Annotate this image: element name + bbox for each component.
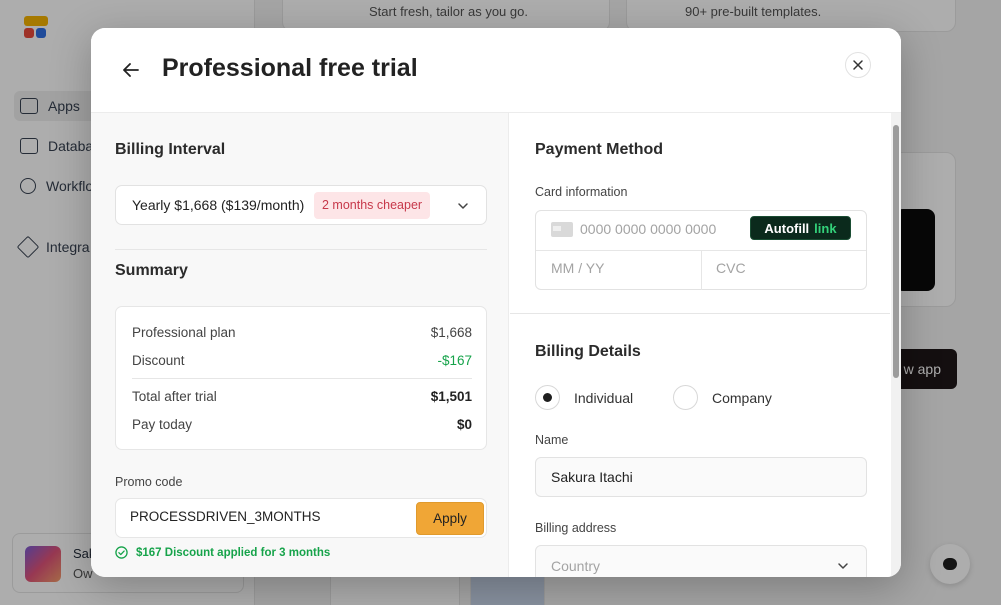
free-trial-modal: Professional free trial Billing Interval… <box>91 28 901 577</box>
divider <box>115 249 487 250</box>
arrow-left-icon <box>123 63 139 77</box>
link-logo: link <box>814 220 837 236</box>
promo-code-label: Promo code <box>115 475 183 489</box>
summary-title: Summary <box>115 262 188 279</box>
radio-selected-icon <box>535 385 560 410</box>
promo-code-input[interactable] <box>130 509 410 524</box>
name-input[interactable] <box>551 469 841 485</box>
credit-card-icon <box>551 222 573 237</box>
card-input-group: Autofill link <box>535 210 867 290</box>
payment-method-title: Payment Method <box>535 141 664 158</box>
card-number-input[interactable] <box>580 221 740 237</box>
billing-interval-title: Billing Interval <box>115 141 226 158</box>
cvc-input[interactable] <box>716 260 856 276</box>
divider <box>701 251 702 290</box>
card-information-label: Card information <box>535 185 628 199</box>
billing-address-label: Billing address <box>535 521 617 535</box>
radio-individual[interactable]: Individual <box>535 385 633 410</box>
billing-interval-select[interactable]: Yearly $1,668 ($139/month) 2 months chea… <box>115 185 487 225</box>
autofill-link-button[interactable]: Autofill link <box>750 216 851 240</box>
summary-row-pay-today: Pay today $0 <box>132 417 472 432</box>
billing-summary-column: Billing Interval Yearly $1,668 ($139/mon… <box>91 113 509 577</box>
modal-title: Professional free trial <box>162 54 418 82</box>
promo-success-message: $167 Discount applied for 3 months <box>115 546 330 559</box>
summary-row-discount: Discount -$167 <box>132 353 472 368</box>
modal-header: Professional free trial <box>91 28 901 113</box>
scrollbar-thumb[interactable] <box>893 125 899 378</box>
name-field <box>535 457 867 497</box>
chevron-down-icon <box>838 563 848 569</box>
apply-promo-button[interactable]: Apply <box>416 502 484 535</box>
promo-code-field: Apply <box>115 498 487 538</box>
radio-unselected-icon <box>673 385 698 410</box>
close-icon <box>853 60 863 70</box>
expiry-input[interactable] <box>551 260 691 276</box>
country-select[interactable]: Country <box>535 545 867 577</box>
savings-badge: 2 months cheaper <box>314 192 431 219</box>
payment-column: Payment Method Card information Autofill… <box>510 113 890 577</box>
chevron-down-icon <box>458 203 468 209</box>
billing-details-title: Billing Details <box>535 343 641 360</box>
summary-card: Professional plan $1,668 Discount -$167 … <box>115 306 487 450</box>
divider <box>510 313 890 314</box>
check-circle-icon <box>115 546 128 559</box>
back-button[interactable] <box>117 56 145 84</box>
divider <box>132 378 472 379</box>
name-label: Name <box>535 433 569 447</box>
summary-row-plan: Professional plan $1,668 <box>132 325 472 340</box>
radio-company[interactable]: Company <box>673 385 772 410</box>
close-button[interactable] <box>845 52 871 78</box>
summary-row-total: Total after trial $1,501 <box>132 389 472 404</box>
